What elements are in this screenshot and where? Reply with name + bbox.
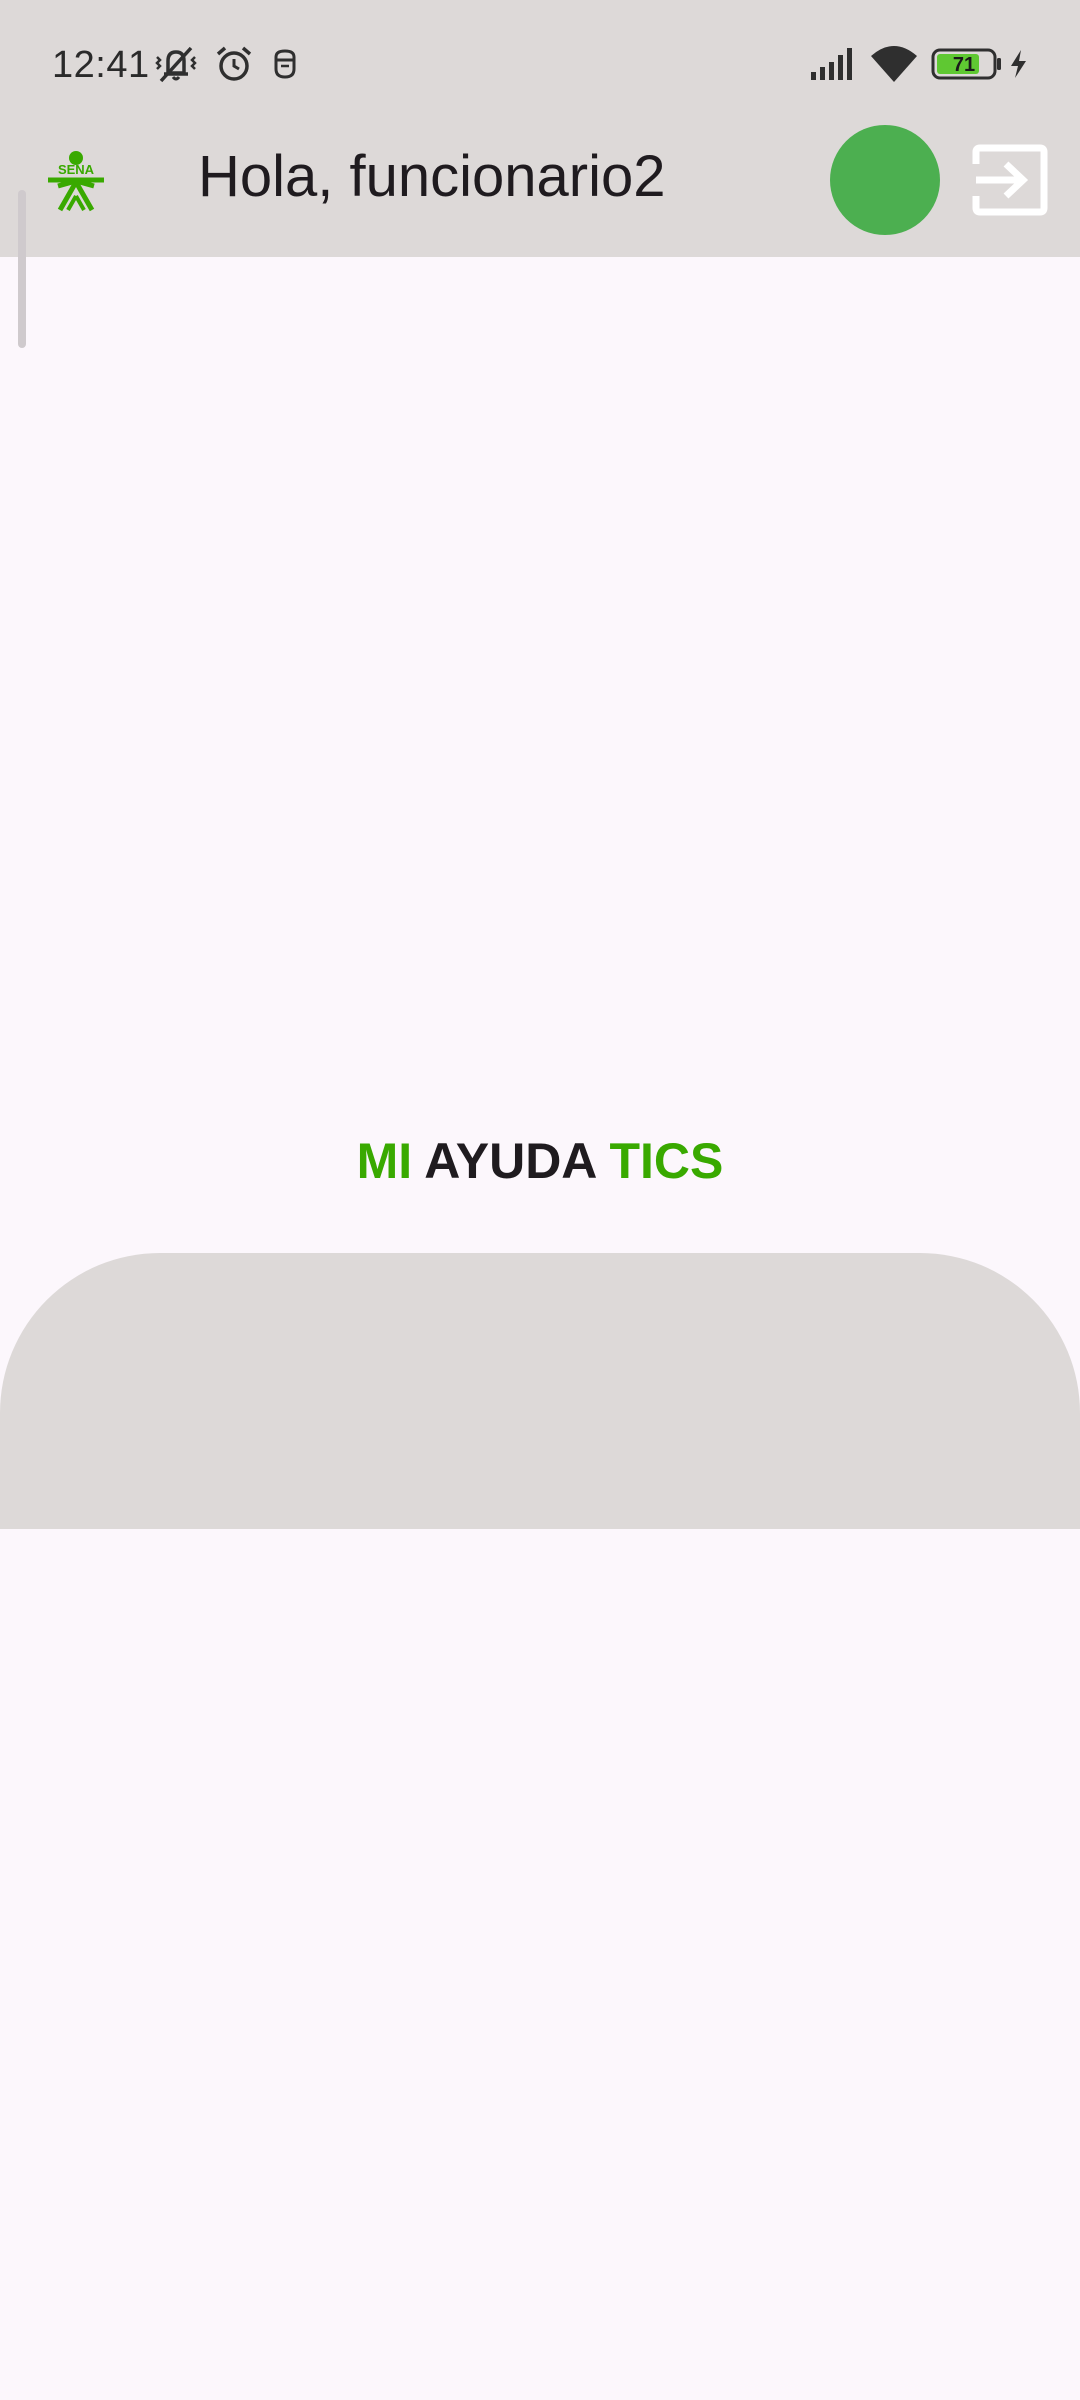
mute-vibrate-icon: [152, 42, 200, 86]
battery-icon: 71: [930, 42, 1004, 86]
app-title: MI AYUDA TICS: [0, 1130, 1080, 1192]
title-part-ayuda: AYUDA: [424, 1133, 596, 1189]
title-part-mi: MI: [356, 1133, 413, 1189]
sena-logo[interactable]: SENA: [44, 150, 108, 214]
alarm-icon: [212, 42, 256, 86]
privacy-icon: [270, 42, 300, 86]
screen: 12:41 71 SENA Hola, funcionario2 MI AYUD…: [0, 0, 1080, 2400]
user-avatar[interactable]: [830, 125, 940, 235]
greeting-title: Hola, funcionario2: [198, 144, 666, 209]
signal-icon: [808, 42, 858, 86]
battery-level: 71: [953, 54, 975, 76]
title-part-tics: TICS: [609, 1133, 724, 1189]
status-time: 12:41: [52, 44, 150, 86]
content-card: [0, 1253, 1080, 1529]
wifi-icon: [868, 42, 920, 86]
sena-logo-text: SENA: [58, 162, 95, 177]
scroll-indicator[interactable]: [18, 190, 26, 348]
charging-icon: [1006, 42, 1030, 86]
status-bar: 12:41 71: [0, 0, 1080, 130]
logout-icon[interactable]: [972, 144, 1048, 216]
